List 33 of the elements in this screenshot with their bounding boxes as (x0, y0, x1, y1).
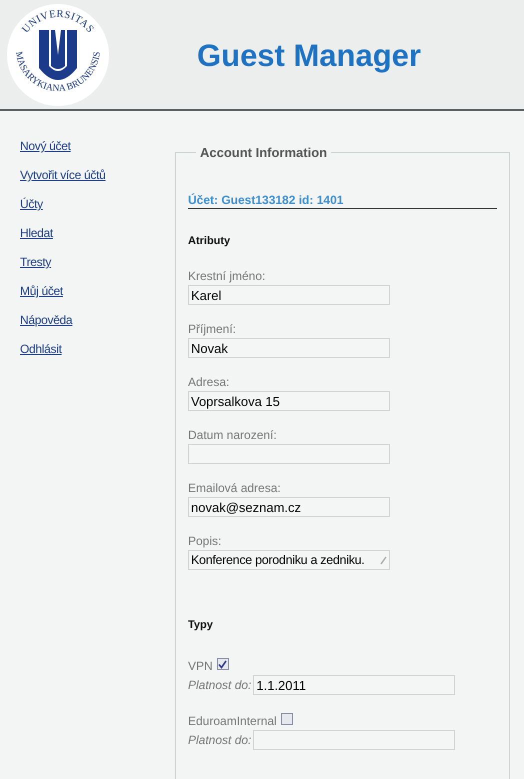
field-label: Popis: (188, 533, 222, 549)
panel-legend: Account Information (196, 145, 332, 160)
validity-label: Platnost do: (188, 678, 252, 692)
sidebar-link[interactable]: Můj účet (20, 283, 63, 299)
text-field[interactable] (188, 444, 390, 464)
field-label: Emailová adresa: (188, 480, 282, 496)
type-label: VPN (188, 658, 213, 672)
checkbox[interactable] (280, 713, 293, 725)
text-field[interactable]: novak@seznam.cz (188, 497, 390, 517)
resize-grip-icon (380, 556, 387, 564)
sidebar-link[interactable]: Vytvořit více účtů (20, 167, 106, 183)
account-heading: Účet: Guest133182 id: 1401 (188, 193, 497, 209)
sidebar-link[interactable]: Hledat (20, 225, 53, 241)
field-label: Datum narození: (188, 427, 278, 443)
description-field[interactable]: Konference porodniku a zedniku. (188, 550, 390, 570)
checkbox[interactable] (216, 658, 229, 670)
sidebar-link[interactable]: Tresty (20, 254, 52, 270)
field-label: Příjmení: (188, 321, 238, 337)
field-label: Adresa: (188, 374, 230, 390)
sidebar-link[interactable]: Účty (20, 196, 43, 212)
section-title: Typy (188, 619, 214, 631)
text-field[interactable]: Novak (188, 338, 390, 358)
validity-field[interactable] (253, 730, 456, 750)
sidebar-link[interactable]: Nápověda (20, 312, 72, 328)
type-label: EduroamInternal (188, 714, 277, 728)
text-field[interactable]: Karel (188, 285, 390, 305)
field-label: Krestní jméno: (188, 268, 266, 284)
validity-label: Platnost do: (188, 733, 252, 747)
sidebar-link[interactable]: Odhlásit (20, 341, 62, 357)
text-field[interactable]: Voprsalkova 15 (188, 391, 390, 411)
validity-field[interactable]: 1.1.2011 (253, 675, 456, 695)
section-title: Atributy (188, 235, 232, 247)
sidebar-link[interactable]: Nový účet (20, 138, 71, 154)
